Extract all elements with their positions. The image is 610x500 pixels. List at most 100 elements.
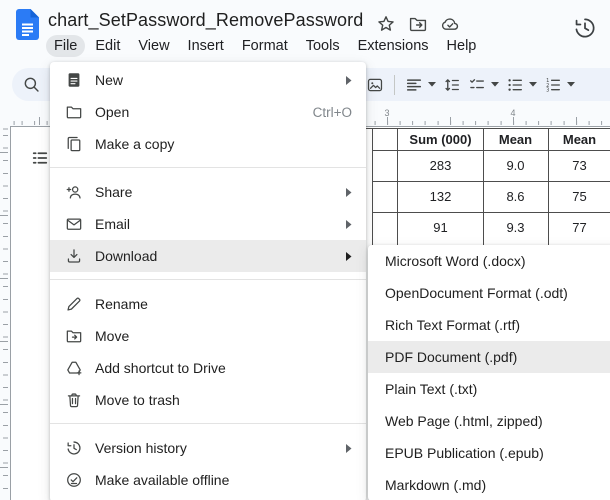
svg-text:3: 3: [546, 87, 549, 93]
menu-item-label: Open: [95, 104, 130, 120]
menu-item-label: Move: [95, 328, 130, 344]
bulleted-list-dropdown-icon[interactable]: [529, 82, 537, 87]
table-cell[interactable]: 8.6: [484, 182, 547, 211]
menu-item-label: Move to trash: [95, 392, 180, 408]
document-outline-icon[interactable]: [31, 149, 49, 167]
menu-item-rename[interactable]: Rename: [50, 288, 366, 320]
table-header-cell[interactable]: Mean: [549, 129, 610, 150]
table-cell[interactable]: 91: [398, 213, 483, 242]
google-docs-logo[interactable]: [16, 9, 39, 40]
add-to-drive-icon: [67, 361, 82, 376]
insert-image-icon[interactable]: [366, 76, 384, 94]
move-folder-icon[interactable]: [408, 14, 428, 34]
menu-item-label: Make a copy: [95, 136, 175, 152]
table-header-cell[interactable]: Mean: [484, 129, 547, 150]
table-cell[interactable]: 75: [549, 182, 610, 211]
menu-extensions[interactable]: Extensions: [350, 35, 437, 57]
menu-item-share[interactable]: Share: [50, 176, 366, 208]
submenu-arrow-icon: [346, 251, 352, 261]
cloud-status-icon[interactable]: [440, 14, 460, 34]
submenu-item-docx[interactable]: Microsoft Word (.docx): [368, 245, 610, 277]
numbered-list-icon[interactable]: 1 2 3: [544, 76, 562, 94]
menu-item-label: Download: [95, 248, 158, 264]
align-icon[interactable]: [405, 76, 423, 94]
document-title[interactable]: chart_SetPassword_RemovePassword: [48, 10, 363, 31]
toolbar-icons: 1 2 3: [366, 68, 575, 101]
table-cell[interactable]: 9.0: [484, 151, 547, 180]
submenu-item-html-zipped[interactable]: Web Page (.html, zipped): [368, 405, 610, 437]
share-person-add-icon: [66, 186, 81, 199]
menu-item-label: Share: [95, 184, 133, 200]
menu-item-version-history[interactable]: Version history: [50, 432, 366, 464]
menu-help[interactable]: Help: [439, 35, 485, 57]
menu-insert[interactable]: Insert: [180, 35, 232, 57]
line-spacing-icon[interactable]: [443, 76, 461, 94]
menu-item-download[interactable]: Download: [50, 240, 366, 272]
table-cell[interactable]: 132: [398, 182, 483, 211]
submenu-arrow-icon: [346, 75, 352, 85]
trash-icon: [67, 393, 81, 408]
ruler-ticks: [0, 128, 8, 500]
menu-item-label: Version history: [95, 440, 187, 456]
table-cell[interactable]: 283: [398, 151, 483, 180]
offline-pin-icon: [67, 473, 81, 487]
submenu-item-txt[interactable]: Plain Text (.txt): [368, 373, 610, 405]
menu-bar: File Edit View Insert Format Tools Exten…: [46, 35, 486, 57]
keyboard-shortcut: Ctrl+O: [312, 104, 352, 120]
ruler-number: 4: [510, 108, 516, 118]
submenu-arrow-icon: [346, 219, 352, 229]
star-icon[interactable]: [376, 14, 396, 34]
align-dropdown-icon[interactable]: [428, 82, 436, 87]
menu-item-move[interactable]: Move: [50, 320, 366, 352]
rename-pencil-icon: [67, 297, 81, 311]
submenu-item-md[interactable]: Markdown (.md): [368, 469, 610, 500]
file-menu: New Open Ctrl+O Make a copy Share Email …: [50, 62, 366, 500]
menu-item-label: Add shortcut to Drive: [95, 360, 226, 376]
new-document-icon: [68, 73, 80, 87]
menu-item-label: Email: [95, 216, 131, 232]
open-folder-icon: [66, 106, 82, 119]
submenu-item-odt[interactable]: OpenDocument Format (.odt): [368, 277, 610, 309]
vertical-ruler[interactable]: [0, 128, 8, 500]
version-history-icon[interactable]: [572, 15, 598, 41]
download-icon: [67, 249, 81, 263]
google-docs-window: Sum (000) Mean Mean 283 9.0 73 132 8.6 7…: [0, 0, 610, 500]
menu-item-move-to-trash[interactable]: Move to trash: [50, 384, 366, 416]
ruler-number: 3: [384, 108, 390, 118]
submenu-item-epub[interactable]: EPUB Publication (.epub): [368, 437, 610, 469]
table-cell[interactable]: 73: [549, 151, 610, 180]
checklist-dropdown-icon[interactable]: [491, 82, 499, 87]
menu-item-label: Make available offline: [95, 472, 230, 488]
submenu-arrow-icon: [346, 443, 352, 453]
menu-tools[interactable]: Tools: [298, 35, 348, 57]
menu-edit[interactable]: Edit: [87, 35, 128, 57]
submenu-item-rtf[interactable]: Rich Text Format (.rtf): [368, 309, 610, 341]
menu-item-make-a-copy[interactable]: Make a copy: [50, 128, 366, 160]
menu-item-open[interactable]: Open Ctrl+O: [50, 96, 366, 128]
menu-item-add-shortcut-to-drive[interactable]: Add shortcut to Drive: [50, 352, 366, 384]
table-border: [372, 128, 373, 246]
menu-item-make-available-offline[interactable]: Make available offline: [50, 464, 366, 496]
menu-file[interactable]: File: [46, 35, 86, 57]
numbered-list-dropdown-icon[interactable]: [567, 82, 575, 87]
move-folder-icon: [66, 330, 82, 343]
menu-separator: [50, 167, 366, 168]
menu-item-label: Rename: [95, 296, 148, 312]
table-cell[interactable]: 77: [549, 213, 610, 242]
page-left-edge: [10, 126, 11, 500]
menu-view[interactable]: View: [130, 35, 177, 57]
search-menus-icon[interactable]: [22, 75, 41, 94]
menu-item-new[interactable]: New: [50, 64, 366, 96]
version-history-icon: [67, 441, 81, 455]
table-header-cell[interactable]: Sum (000): [398, 129, 483, 150]
submenu-item-pdf[interactable]: PDF Document (.pdf): [368, 341, 610, 373]
table-cell[interactable]: 9.3: [484, 213, 547, 242]
menu-item-label: New: [95, 72, 124, 88]
download-submenu: Microsoft Word (.docx) OpenDocument Form…: [368, 245, 610, 500]
bulleted-list-icon[interactable]: [506, 76, 524, 94]
menu-format[interactable]: Format: [234, 35, 296, 57]
email-icon: [66, 218, 82, 230]
menu-item-email[interactable]: Email: [50, 208, 366, 240]
submenu-arrow-icon: [346, 187, 352, 197]
checklist-icon[interactable]: [468, 76, 486, 94]
